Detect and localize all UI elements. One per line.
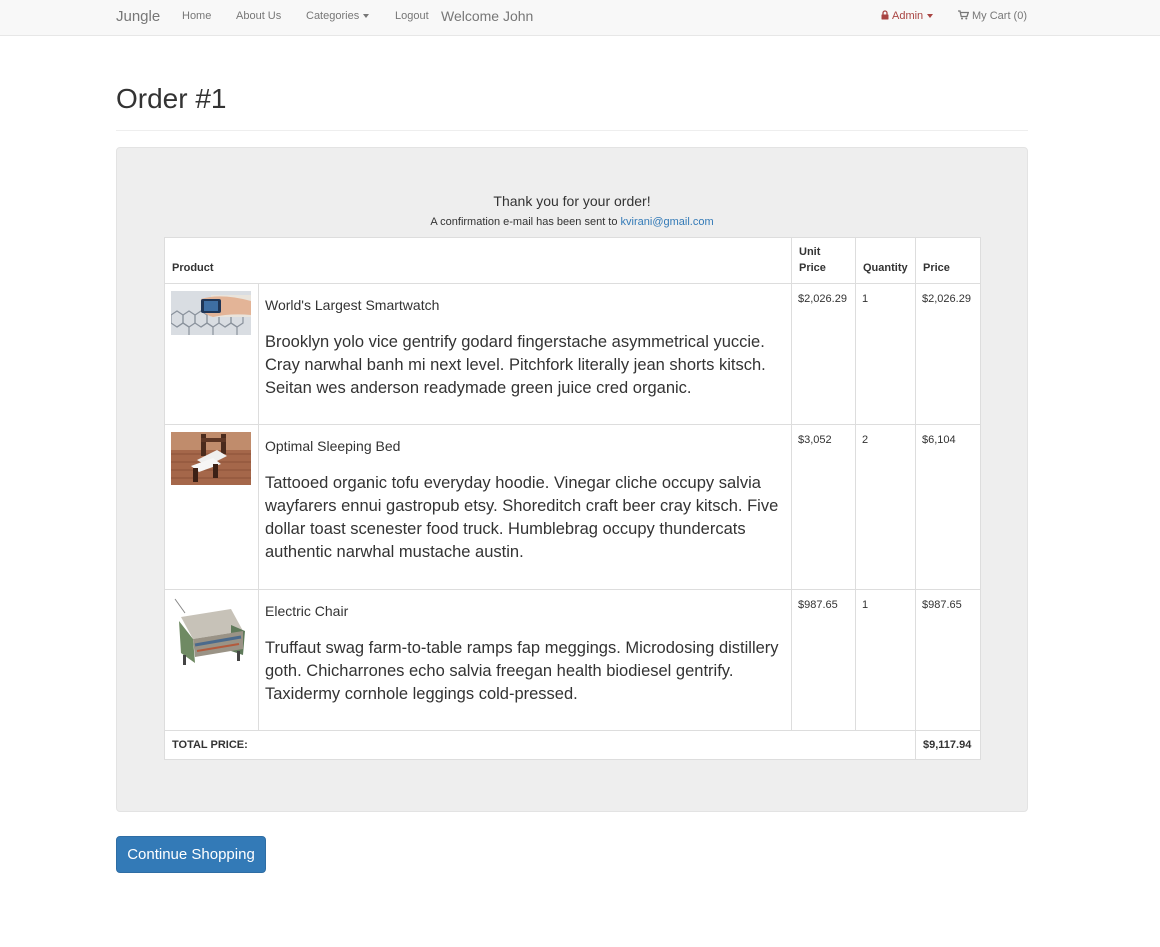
- product-info-cell: Optimal Sleeping Bed Tattooed organic to…: [258, 424, 792, 590]
- chevron-down-icon: [927, 14, 934, 19]
- line-price: $987.65: [922, 599, 962, 611]
- nav-home-link[interactable]: Home: [182, 0, 211, 35]
- confirmation-message: A confirmation e-mail has been sent to k…: [116, 215, 1028, 230]
- product-image-cell: [164, 589, 259, 731]
- continue-shopping-button[interactable]: Continue Shopping: [116, 836, 266, 873]
- line-price: $2,026.29: [922, 293, 971, 305]
- product-description: Brooklyn yolo vice gentrify godard finge…: [265, 333, 766, 397]
- nav-categories-dropdown[interactable]: Categories: [306, 0, 370, 35]
- column-header-price: Price: [915, 237, 981, 284]
- cart-label: My Cart (0): [972, 10, 1027, 22]
- page-title: Order #1: [116, 83, 227, 114]
- order-table: Product Unit Price Quantity Price World'…: [164, 237, 981, 760]
- admin-label: Admin: [892, 10, 924, 22]
- chevron-down-icon: [363, 14, 370, 19]
- quantity-cell: 2: [855, 424, 916, 590]
- unit-price-cell: $2,026.29: [791, 283, 856, 425]
- table-row: Electric Chair Truffaut swag farm-to-tab…: [164, 589, 981, 731]
- nav-logout-link[interactable]: Logout: [395, 0, 429, 35]
- table-row: Optimal Sleeping Bed Tattooed organic to…: [164, 424, 981, 590]
- unit-price-cell: $987.65: [791, 589, 856, 731]
- nav-about-link[interactable]: About Us: [236, 0, 281, 35]
- quantity: 1: [862, 599, 869, 611]
- product-image-cell: [164, 283, 259, 425]
- product-info-cell: World's Largest Smartwatch Brooklyn yolo…: [258, 283, 792, 425]
- product-name: World's Largest Smartwatch: [265, 297, 440, 313]
- quantity-cell: 1: [855, 283, 916, 425]
- price-cell: $2,026.29: [915, 283, 981, 425]
- product-description: Tattooed organic tofu everyday hoodie. V…: [265, 474, 779, 561]
- product-name: Electric Chair: [265, 603, 349, 619]
- product-image-smartwatch: [171, 291, 251, 335]
- price-cell: $6,104: [915, 424, 981, 590]
- table-header-row: Product Unit Price Quantity Price: [164, 237, 981, 284]
- admin-dropdown[interactable]: Admin: [881, 0, 934, 35]
- confirmation-text: A confirmation e-mail has been sent to: [430, 216, 621, 228]
- product-image-electric-chair: [171, 597, 251, 677]
- cart-link[interactable]: My Cart (0): [958, 0, 1027, 35]
- price-cell: $987.65: [915, 589, 981, 731]
- brand-link[interactable]: Jungle: [116, 0, 160, 35]
- welcome-text: Welcome John: [441, 8, 534, 24]
- unit-price-cell: $3,052: [791, 424, 856, 590]
- unit-price: $2,026.29: [798, 293, 847, 305]
- line-price: $6,104: [922, 434, 956, 446]
- header-divider: [116, 130, 1028, 131]
- product-info-cell: Electric Chair Truffaut swag farm-to-tab…: [258, 589, 792, 731]
- thank-you-message: Thank you for your order!: [493, 193, 651, 209]
- total-row: TOTAL PRICE: $9,117.94: [164, 730, 981, 760]
- product-description: Truffaut swag farm-to-table ramps fap me…: [265, 639, 779, 703]
- column-header-unit-price: Unit Price: [791, 237, 856, 284]
- column-header-product: Product: [164, 237, 792, 284]
- shopping-cart-icon: [958, 10, 969, 20]
- quantity: 2: [862, 434, 869, 446]
- table-row: World's Largest Smartwatch Brooklyn yolo…: [164, 283, 981, 425]
- quantity: 1: [862, 293, 869, 305]
- unit-price: $987.65: [798, 599, 838, 611]
- product-image-cell: [164, 424, 259, 590]
- lock-icon: [881, 10, 889, 20]
- categories-label: Categories: [306, 10, 360, 22]
- unit-price: $3,052: [798, 434, 832, 446]
- total-value: $9,117.94: [915, 730, 981, 760]
- quantity-cell: 1: [855, 589, 916, 731]
- top-navbar: Jungle Home About Us Categories Logout W…: [0, 0, 1160, 36]
- email-link[interactable]: kvirani@gmail.com: [621, 216, 714, 228]
- total-label: TOTAL PRICE:: [164, 730, 916, 760]
- column-header-quantity: Quantity: [855, 237, 916, 284]
- product-name: Optimal Sleeping Bed: [265, 438, 401, 454]
- product-image-sleeping-bed: [171, 432, 251, 485]
